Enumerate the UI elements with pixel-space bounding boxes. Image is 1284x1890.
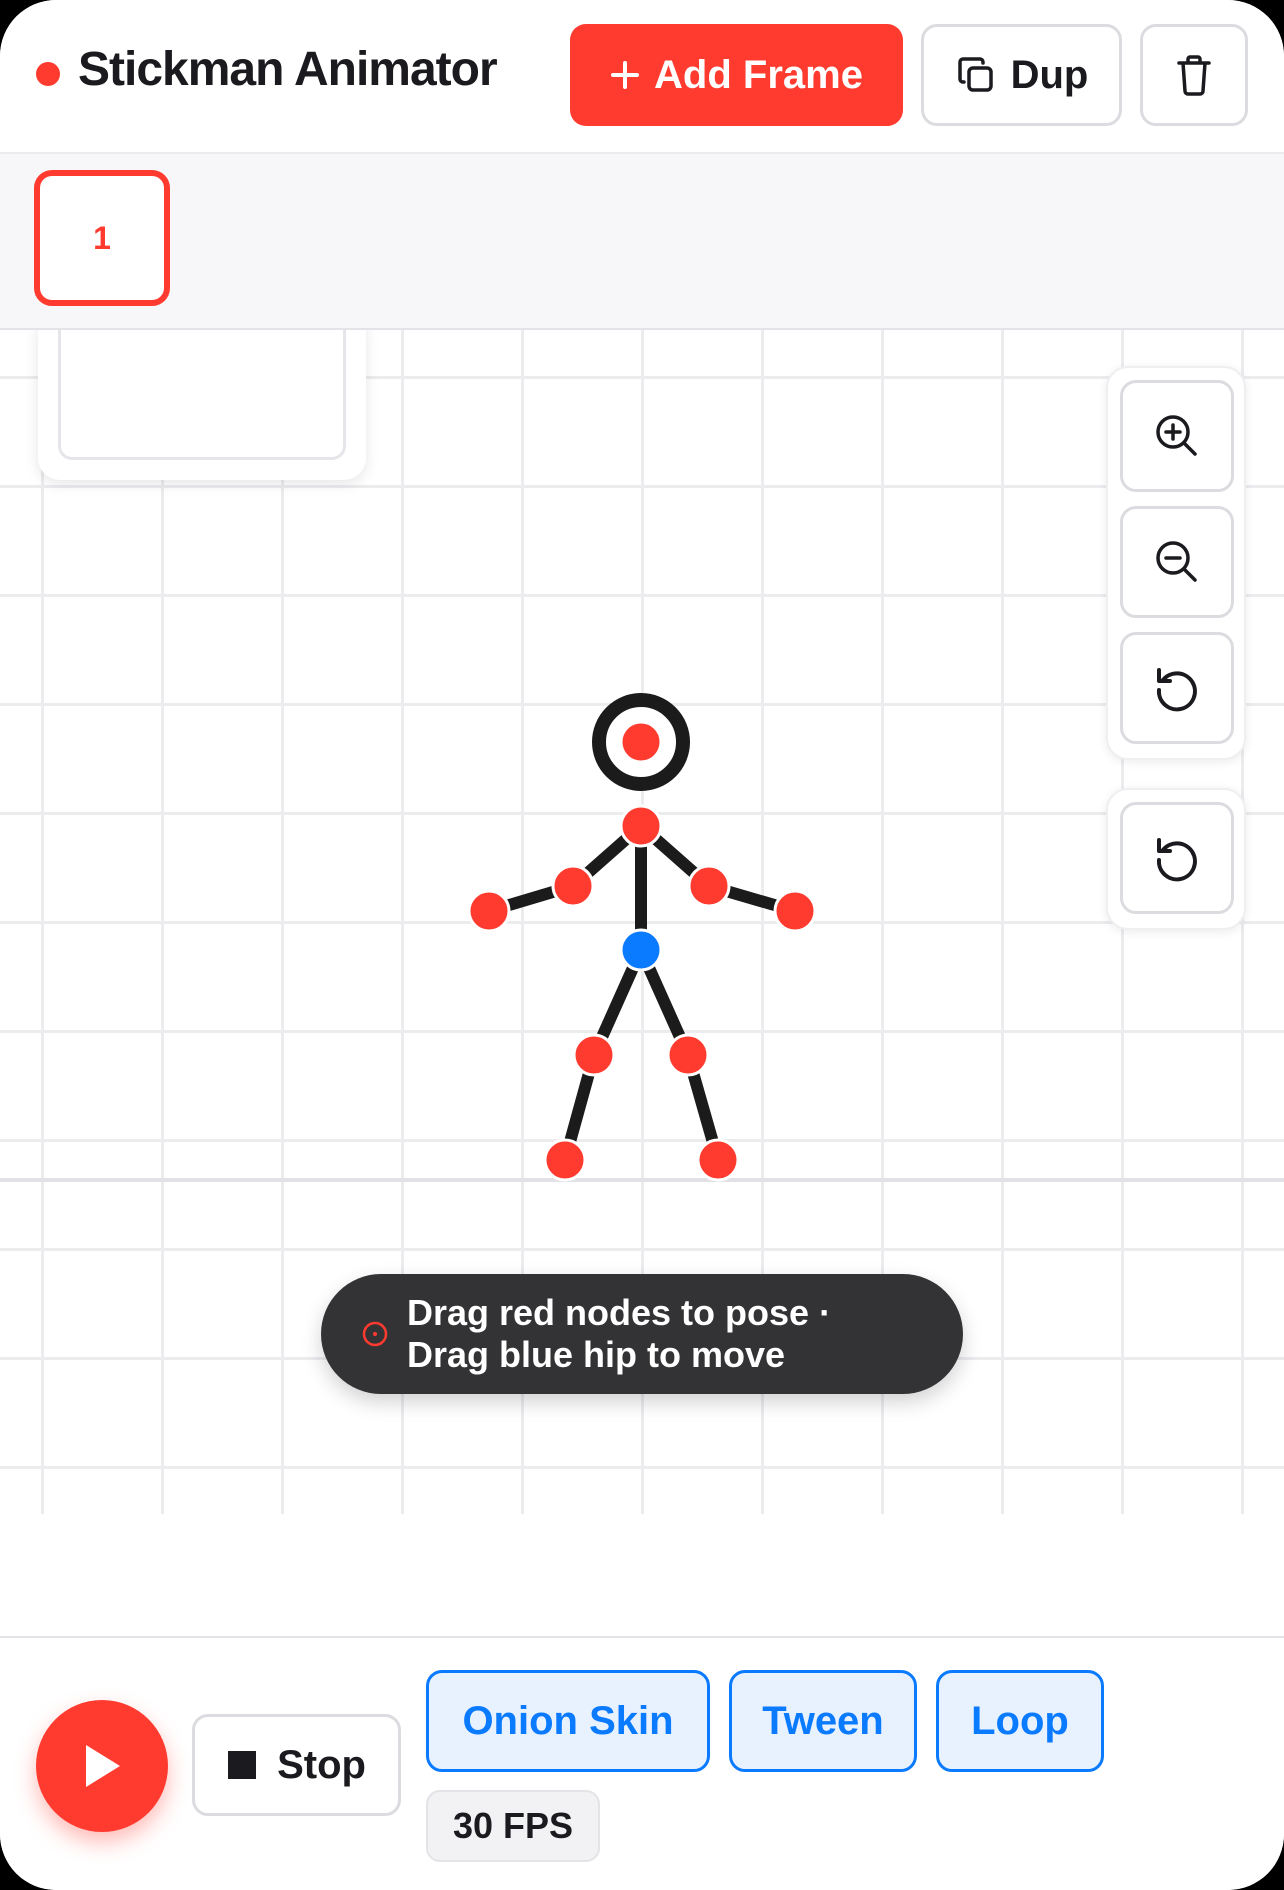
zoom-in-icon — [1156, 415, 1197, 456]
tween-label: Tween — [762, 1698, 884, 1743]
left-knee-node[interactable] — [572, 1033, 616, 1077]
duplicate-frame-button[interactable]: Dup — [921, 24, 1122, 126]
hint-line-2: Drag blue hip to move — [407, 1334, 786, 1375]
plus-icon — [611, 61, 640, 89]
hint-toast: Drag red nodes to pose · Drag blue hip t… — [321, 1274, 963, 1394]
reset-pose-icon — [1156, 838, 1197, 882]
dup-label: Dup — [1010, 52, 1089, 97]
loop-label: Loop — [971, 1698, 1069, 1743]
reset-pose-button[interactable] — [1120, 802, 1234, 914]
play-button[interactable] — [36, 1700, 168, 1832]
canvas-footer-space — [0, 1514, 1284, 1636]
fps-selector[interactable]: 30 FPS — [426, 1790, 600, 1862]
reset-view-button[interactable] — [1120, 632, 1234, 744]
delete-frame-button[interactable] — [1140, 24, 1248, 126]
stop-label: Stop — [277, 1742, 366, 1787]
zoom-out-button[interactable] — [1120, 506, 1234, 618]
app-screen: Stickman Animator Add Frame Dup 1 Drag r… — [0, 0, 1284, 1890]
app-title: Stickman Animator — [78, 43, 498, 96]
stage-canvas[interactable]: Drag red nodes to pose · Drag blue hip t… — [0, 330, 1284, 1514]
right-hand-node[interactable] — [773, 889, 817, 933]
onion-skin-toggle[interactable]: Onion Skin — [426, 1670, 710, 1772]
head-node[interactable] — [619, 720, 663, 764]
left-elbow-node[interactable] — [551, 864, 595, 908]
right-elbow-node[interactable] — [687, 864, 731, 908]
stop-button[interactable]: Stop — [192, 1714, 401, 1816]
onion-skin-label: Onion Skin — [462, 1698, 674, 1743]
zoom-controls — [1106, 366, 1246, 760]
right-foot-node[interactable] — [696, 1138, 740, 1182]
info-circle-icon — [362, 1321, 388, 1347]
hip-node[interactable] — [619, 928, 663, 972]
top-toolbar: Stickman Animator Add Frame Dup — [0, 0, 1284, 154]
frame-thumbnail-1[interactable]: 1 — [34, 170, 170, 306]
hint-text: Drag red nodes to pose · Drag blue hip t… — [407, 1292, 831, 1376]
stop-icon — [228, 1751, 257, 1779]
play-icon — [86, 1745, 120, 1787]
add-frame-button[interactable]: Add Frame — [570, 24, 903, 126]
brand-dot — [36, 62, 60, 86]
frame-number: 1 — [93, 219, 111, 256]
reset-view-icon — [1156, 668, 1197, 712]
playback-bar: Stop Onion Skin Tween Loop 30 FPS — [0, 1636, 1284, 1890]
right-knee-node[interactable] — [666, 1033, 710, 1077]
zoom-in-button[interactable] — [1120, 380, 1234, 492]
add-frame-label: Add Frame — [654, 52, 863, 97]
loop-toggle[interactable]: Loop — [936, 1670, 1104, 1772]
left-foot-node[interactable] — [543, 1138, 587, 1182]
hint-line-1: Drag red nodes to pose · — [407, 1292, 832, 1333]
tween-toggle[interactable]: Tween — [729, 1670, 917, 1772]
left-hand-node[interactable] — [467, 889, 511, 933]
frames-strip: 1 — [0, 154, 1284, 330]
neck-node[interactable] — [619, 804, 663, 848]
zoom-out-icon — [1156, 541, 1197, 582]
copy-icon — [957, 57, 993, 92]
trash-icon — [1177, 55, 1211, 96]
fps-label: 30 FPS — [452, 1805, 574, 1846]
reset-pose-controls — [1106, 788, 1246, 930]
